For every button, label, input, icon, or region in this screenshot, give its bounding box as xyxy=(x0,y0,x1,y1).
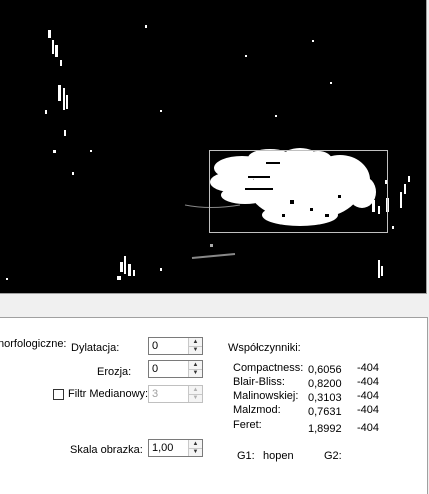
dilation-label: Dylatacja: xyxy=(71,342,120,354)
g1-label: G1: xyxy=(237,450,255,462)
erosion-value[interactable]: 0 xyxy=(152,363,158,375)
erosion-spinner[interactable]: 0 ▲ ▼ xyxy=(148,360,203,378)
median-filter-spinner[interactable]: 3 ▲ ▼ xyxy=(148,385,203,403)
coefficient-ref: -404 xyxy=(357,390,380,402)
dilation-spinner-arrows[interactable]: ▲ ▼ xyxy=(188,338,202,354)
arrow-down-icon[interactable]: ▼ xyxy=(189,369,202,377)
median-filter-value[interactable]: 3 xyxy=(152,388,158,400)
dilation-value[interactable]: 0 xyxy=(152,340,158,352)
median-filter-label: Filtr Medianowy: xyxy=(68,388,149,400)
arrow-down-icon[interactable]: ▼ xyxy=(189,448,202,456)
coefficient-ref: -404 xyxy=(357,362,380,374)
scale-label: Skala obrazka: xyxy=(70,444,143,456)
median-filter-checkbox[interactable] xyxy=(53,389,64,400)
coefficient-name: Malzmod: xyxy=(233,404,281,416)
coefficient-name: Malinowskiej: xyxy=(233,390,299,402)
median-filter-spinner-arrows[interactable]: ▲ ▼ xyxy=(188,386,202,402)
scale-value[interactable]: 1,00 xyxy=(152,442,173,454)
coefficient-value: 0,8200 xyxy=(308,378,342,390)
coefficient-value: 0,3103 xyxy=(308,392,342,404)
coefficient-name: Feret: xyxy=(233,419,262,431)
coefficient-value: 1,8992 xyxy=(308,423,342,435)
coefficients-title: Współczynniki: xyxy=(228,342,301,354)
binary-mask-image xyxy=(6,25,410,280)
g2-label: G2: xyxy=(324,450,342,462)
coefficient-name: Blair-Bliss: xyxy=(233,376,285,388)
dilation-spinner[interactable]: 0 ▲ ▼ xyxy=(148,337,203,355)
scale-spinner-arrows[interactable]: ▲ ▼ xyxy=(188,440,202,456)
morphology-group-label: norfologiczne: xyxy=(0,338,67,350)
arrow-down-icon[interactable]: ▼ xyxy=(189,394,202,402)
controls-panel: norfologiczne: Dylatacja: 0 ▲ ▼ Erozja: … xyxy=(0,317,428,494)
scale-spinner[interactable]: 1,00 ▲ ▼ xyxy=(148,439,203,457)
coefficient-ref: -404 xyxy=(357,376,380,388)
arrow-down-icon[interactable]: ▼ xyxy=(189,346,202,354)
coefficient-value: 0,6056 xyxy=(308,364,342,376)
image-preview xyxy=(0,0,427,294)
coefficient-ref: -404 xyxy=(357,422,380,434)
coefficient-name: Compactness: xyxy=(233,362,304,374)
erosion-label: Erozja: xyxy=(97,366,132,378)
coefficient-value: 0,7631 xyxy=(308,406,342,418)
coefficient-ref: -404 xyxy=(357,404,380,416)
g1-value: hopen xyxy=(263,450,294,462)
erosion-spinner-arrows[interactable]: ▲ ▼ xyxy=(188,361,202,377)
